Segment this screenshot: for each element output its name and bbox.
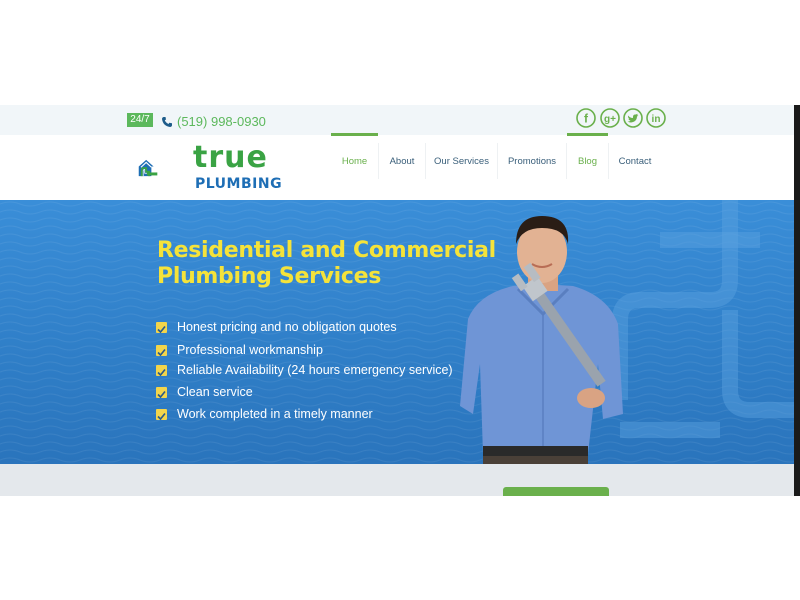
callout-strip [0,464,794,496]
phone-number-link[interactable]: (519) 998-0930 [177,114,266,129]
checkmark-icon [156,365,167,377]
plumber-photo [460,216,623,464]
nav-item-contact[interactable]: Contact [609,133,661,178]
google-plus-icon[interactable]: g+ [600,108,620,128]
logo-word-plumbing[interactable]: PLUMBING [195,176,282,192]
checkmark-icon [156,322,167,334]
top-info-bar [0,105,794,135]
nav-item-our-services[interactable]: Our Services [426,133,497,178]
twitter-icon[interactable] [623,108,643,128]
nav-item-promotions[interactable]: Promotions [498,133,566,178]
logo-word-true[interactable]: true [193,140,268,175]
phone-icon [162,117,172,127]
pipe-silhouette [612,200,794,438]
nav-item-about[interactable]: About [379,133,425,178]
checkmark-icon [156,345,167,357]
nav-item-home[interactable]: Home [331,133,378,178]
cta-button[interactable] [503,487,609,496]
checkmark-icon [156,387,167,399]
svg-text:in: in [652,114,661,125]
logo-house-icon[interactable] [138,142,190,194]
vertical-scrollbar[interactable] [794,105,800,496]
hero-title: Residential and Commercial Plumbing Serv… [157,238,496,289]
facebook-icon[interactable]: f [576,108,596,128]
svg-text:f: f [584,112,589,126]
linkedin-icon[interactable]: in [646,108,666,128]
svg-text:g+: g+ [604,114,616,125]
availability-badge: 24/7 [127,113,153,127]
checkmark-icon [156,409,167,421]
nav-item-blog[interactable]: Blog [567,133,608,178]
